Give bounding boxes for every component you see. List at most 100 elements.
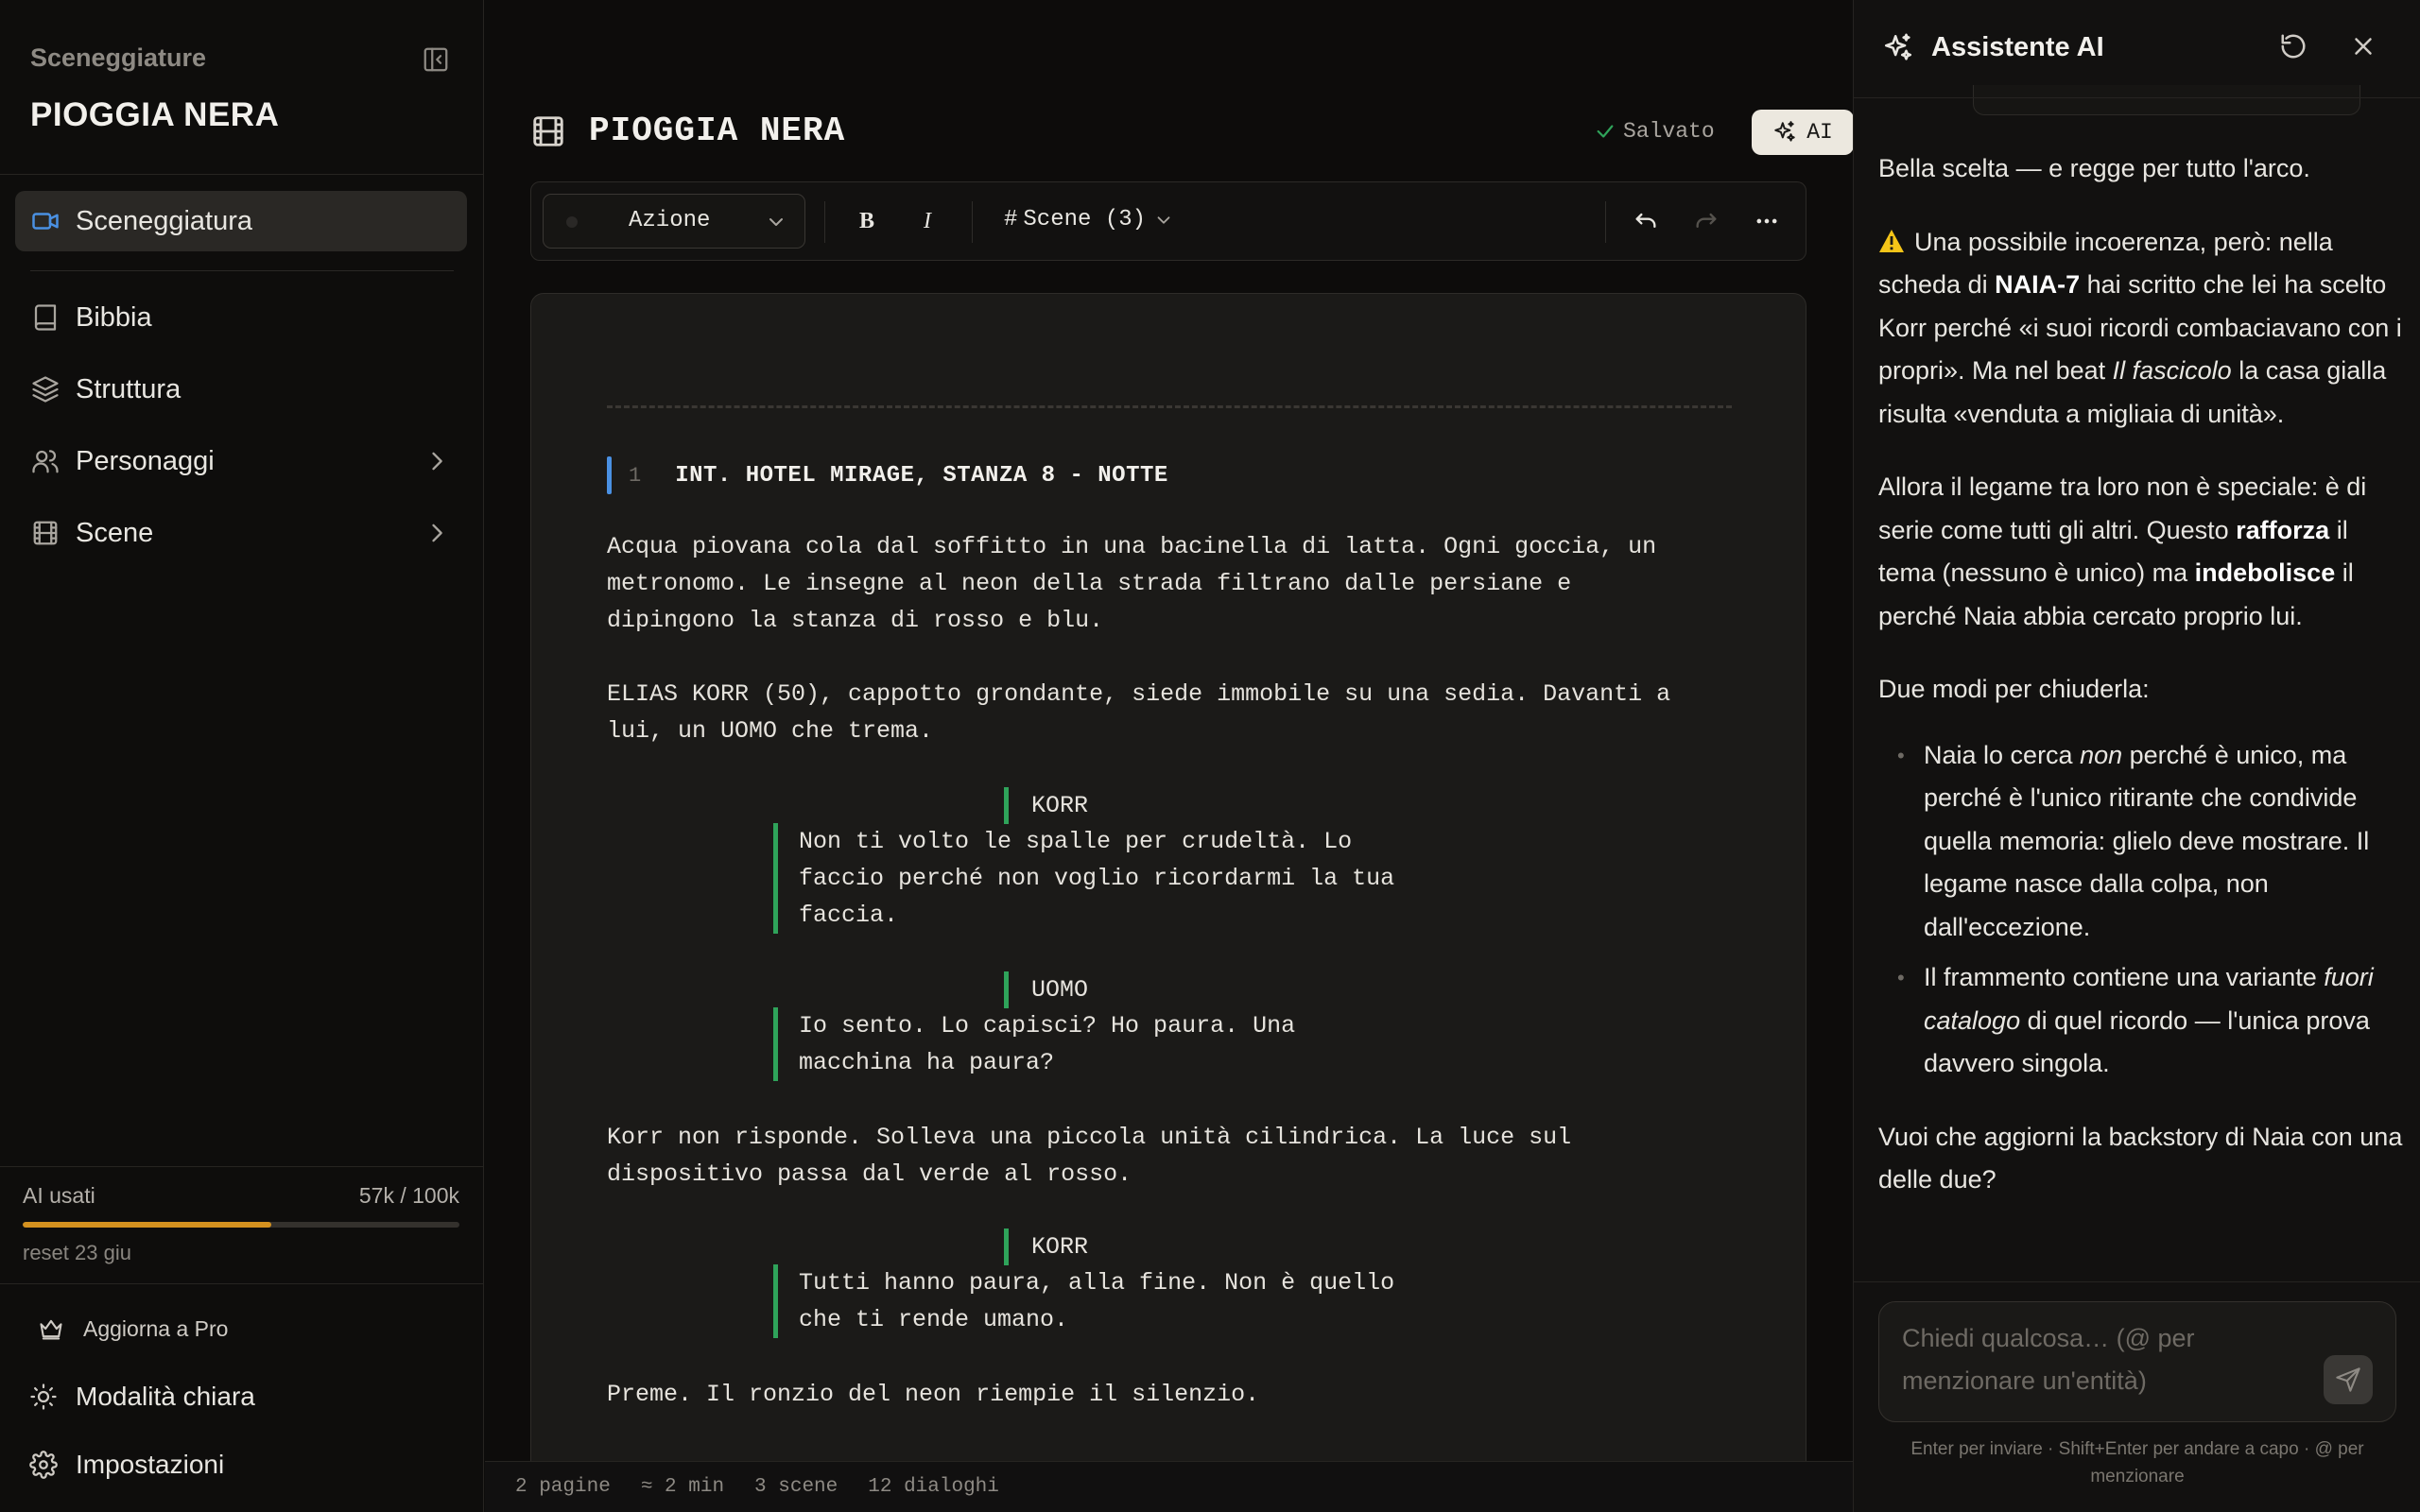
divider bbox=[0, 1283, 484, 1284]
chevron-down-icon bbox=[765, 211, 787, 233]
film-icon bbox=[530, 113, 566, 149]
panel-collapse-icon[interactable] bbox=[422, 45, 450, 74]
ai-panel-header: Assistente AI bbox=[1854, 0, 2420, 98]
action-block[interactable]: Acqua piovana cola dal soffitto in una b… bbox=[607, 528, 1741, 639]
duration-estimate: ≈ 2 min bbox=[640, 1476, 725, 1498]
settings-button[interactable]: Impostazioni bbox=[28, 1450, 224, 1480]
close-icon[interactable] bbox=[2349, 32, 2381, 64]
sidebar-item-bibbia[interactable]: Bibbia bbox=[15, 287, 467, 348]
element-type-select[interactable]: Azione bbox=[543, 194, 805, 249]
ai-toggle-button[interactable]: AI bbox=[1752, 110, 1854, 155]
page-count: 2 pagine bbox=[515, 1476, 611, 1498]
save-status: Salvato bbox=[1595, 119, 1715, 144]
sidebar-item-sceneggiatura[interactable]: Sceneggiatura bbox=[15, 191, 467, 251]
action-block[interactable]: Korr non risponde. Solleva una piccola u… bbox=[607, 1119, 1741, 1193]
ai-options-list: Naia lo cerca non perché è unico, ma per… bbox=[1897, 734, 2406, 1086]
ai-paragraph: Due modi per chiuderla: bbox=[1878, 675, 2150, 703]
light-mode-button[interactable]: Modalità chiara bbox=[28, 1382, 255, 1412]
ai-chat-input[interactable]: Chiedi qualcosa… (@ per menzionare un'en… bbox=[1878, 1301, 2396, 1422]
scene-heading-text: INT. HOTEL MIRAGE, STANZA 8 - NOTTE bbox=[675, 462, 1168, 489]
emphasis: non bbox=[2080, 740, 2123, 769]
sidebar-item-struttura[interactable]: Struttura bbox=[15, 359, 467, 420]
bold-button[interactable]: B bbox=[843, 198, 890, 245]
text-run: Il frammento contiene una variante bbox=[1924, 963, 2325, 991]
scene-count: 3 scene bbox=[754, 1476, 838, 1498]
crown-icon bbox=[36, 1314, 66, 1344]
users-icon bbox=[30, 446, 60, 476]
dialogue-block[interactable]: Tutti hanno paura, alla fine. Non è quel… bbox=[773, 1264, 1435, 1338]
editor-area: PIOGGIA NERA Salvato AI Azione B I # Sce… bbox=[485, 0, 1854, 1512]
dialogue-count: 12 dialoghi bbox=[868, 1476, 999, 1498]
more-icon bbox=[1754, 208, 1780, 234]
divider bbox=[824, 201, 825, 243]
more-button[interactable] bbox=[1743, 198, 1790, 245]
usage-value: 57k / 100k bbox=[358, 1183, 459, 1208]
ai-input-area: Chiedi qualcosa… (@ per menzionare un'en… bbox=[1854, 1281, 2420, 1512]
book-icon bbox=[30, 302, 60, 333]
character-name[interactable]: KORR bbox=[1004, 1228, 1088, 1265]
ai-assistant-panel: Assistente AI Bella scelta — e regge per… bbox=[1853, 0, 2420, 1512]
sidebar-item-label: Sceneggiatura bbox=[76, 205, 253, 236]
element-type-value: Azione bbox=[629, 208, 711, 233]
divider bbox=[30, 270, 454, 271]
sidebar-item-label: Bibbia bbox=[76, 301, 152, 333]
warning-icon bbox=[1878, 229, 1905, 253]
status-bar: 2 pagine ≈ 2 min 3 scene 12 dialoghi bbox=[485, 1461, 1853, 1512]
send-button[interactable] bbox=[2324, 1355, 2373, 1404]
ai-panel-title: Assistente AI bbox=[1931, 32, 2104, 62]
emphasis: indebolisce bbox=[2194, 558, 2336, 587]
scene-number: 1 bbox=[629, 463, 642, 488]
scene-heading[interactable]: 1 INT. HOTEL MIRAGE, STANZA 8 - NOTTE bbox=[607, 456, 1168, 494]
ai-message: Bella scelta — e regge per tutto l'arco.… bbox=[1878, 147, 2406, 1232]
film-icon bbox=[30, 518, 60, 548]
undo-button[interactable] bbox=[1622, 198, 1669, 245]
upgrade-button[interactable]: Aggiorna a Pro bbox=[36, 1314, 228, 1344]
chevron-down-icon bbox=[1153, 210, 1174, 231]
script-page[interactable]: 1 INT. HOTEL MIRAGE, STANZA 8 - NOTTE Ac… bbox=[530, 293, 1806, 1512]
ai-button-label: AI bbox=[1806, 120, 1833, 145]
action-block[interactable]: ELIAS KORR (50), cappotto grondante, sie… bbox=[607, 676, 1741, 749]
sidebar-item-label: Struttura bbox=[76, 373, 182, 404]
sidebar-item-label: Personaggi bbox=[76, 445, 215, 476]
chevron-right-icon[interactable] bbox=[424, 520, 450, 546]
scenes-dropdown[interactable]: # Scene (3) bbox=[1004, 207, 1174, 232]
redo-button[interactable] bbox=[1683, 198, 1730, 245]
character-name[interactable]: KORR bbox=[1004, 787, 1088, 824]
layers-icon bbox=[30, 374, 60, 404]
scenes-dropdown-label: Scene (3) bbox=[1023, 207, 1147, 232]
chevron-right-icon[interactable] bbox=[424, 448, 450, 474]
sidebar-item-scene[interactable]: Scene bbox=[15, 503, 467, 563]
dialogue-block[interactable]: Non ti volto le spalle per crudeltà. Lo … bbox=[773, 823, 1435, 934]
light-mode-label: Modalità chiara bbox=[76, 1382, 255, 1411]
sparkles-icon bbox=[1772, 120, 1797, 145]
scene-marker bbox=[607, 456, 612, 494]
editor-toolbar: Azione B I # Scene (3) bbox=[530, 181, 1806, 261]
beat-reference: Il fascicolo bbox=[2112, 356, 2232, 385]
hash-icon: # bbox=[1004, 207, 1018, 232]
action-block[interactable]: Preme. Il ronzio del neon riempie il sil… bbox=[607, 1376, 1741, 1413]
send-icon bbox=[2335, 1366, 2361, 1393]
refresh-icon[interactable] bbox=[2279, 32, 2311, 64]
element-type-dot bbox=[566, 216, 578, 228]
upgrade-label: Aggiorna a Pro bbox=[83, 1315, 229, 1341]
page-title[interactable]: PIOGGIA NERA bbox=[589, 112, 845, 150]
gear-icon bbox=[28, 1450, 59, 1480]
sidebar-item-personaggi[interactable]: Personaggi bbox=[15, 431, 467, 491]
dialogue-block[interactable]: Io sento. Lo capisci? Ho paura. Una macc… bbox=[773, 1007, 1435, 1081]
ai-paragraph: Allora il legame tra loro non è speciale… bbox=[1878, 466, 2406, 638]
character-name[interactable]: UOMO bbox=[1004, 971, 1088, 1008]
check-icon bbox=[1595, 121, 1616, 142]
settings-label: Impostazioni bbox=[76, 1450, 225, 1479]
undo-icon bbox=[1633, 208, 1659, 234]
usage-progress-bar bbox=[23, 1222, 459, 1228]
divider bbox=[1605, 201, 1606, 243]
ai-input-hint: Enter per inviare · Shift+Enter per anda… bbox=[1910, 1439, 2364, 1486]
ai-usage-meter: AI usati 57k / 100k reset 23 giu bbox=[23, 1183, 459, 1265]
list-item: Naia lo cerca non perché è unico, ma per… bbox=[1897, 734, 2406, 950]
text-run: perché è unico, ma perché è l'unico riti… bbox=[1924, 740, 2370, 941]
entity-mention: NAIA-7 bbox=[1995, 270, 2081, 299]
sidebar-item-label: Scene bbox=[76, 517, 154, 548]
ai-paragraph: Vuoi che aggiorni la backstory di Naia c… bbox=[1878, 1122, 2403, 1194]
sparkles-icon bbox=[1882, 32, 1914, 64]
italic-button[interactable]: I bbox=[904, 198, 951, 245]
